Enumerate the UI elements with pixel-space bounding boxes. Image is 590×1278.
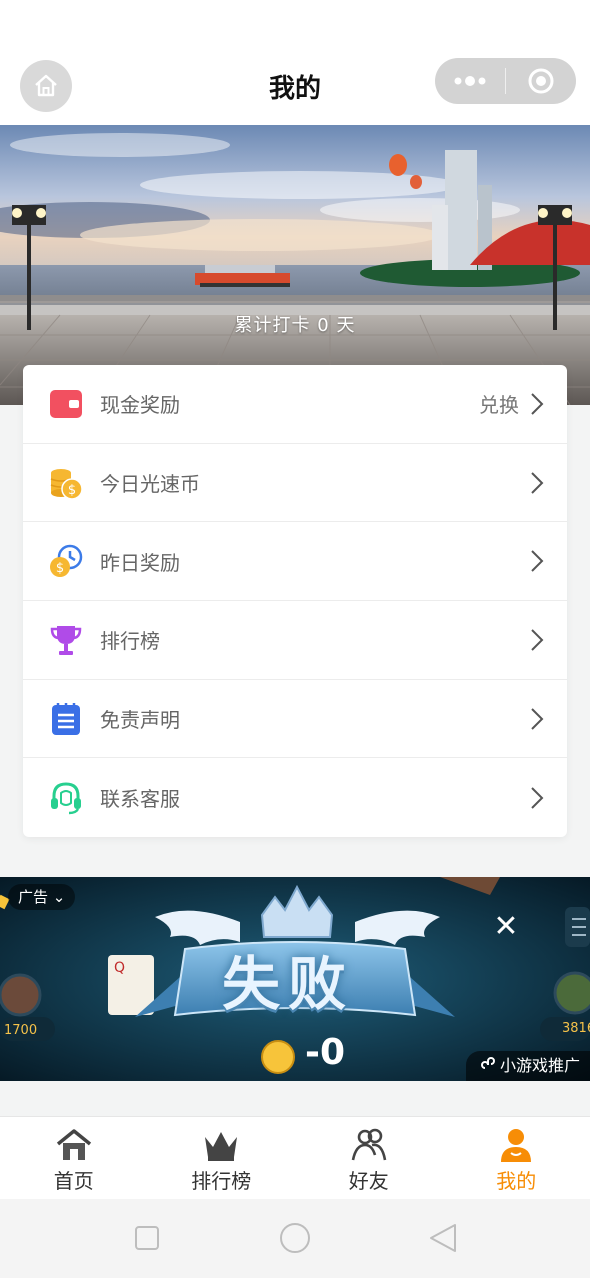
tab-mine[interactable]: 我的 [443, 1117, 590, 1199]
menu-item-disclaimer[interactable]: 免责声明 [23, 680, 567, 759]
chevron-right-icon [531, 787, 544, 809]
tab-label: 首页 [53, 1169, 94, 1193]
ad-label-text: 广告 [18, 888, 49, 906]
svg-text:$: $ [68, 483, 76, 498]
ad-right-score: 3816 [562, 1021, 590, 1036]
menu-item-label: 排行榜 [100, 629, 160, 654]
more-button[interactable] [435, 58, 505, 104]
chevron-right-icon [531, 629, 544, 651]
menu-item-today-coins[interactable]: $ 今日光速币 [23, 444, 567, 523]
ad-left-score: 1700 [4, 1023, 38, 1038]
system-nav-bar [0, 1199, 590, 1278]
menu-item-label: 免责声明 [100, 708, 180, 733]
ad-close-button[interactable]: ✕ [492, 912, 520, 942]
chevron-down-icon: ⌄ [48, 888, 66, 906]
checkin-count-text: 累计打卡 0 天 [234, 315, 356, 336]
notepad-icon [52, 702, 80, 735]
home-circle-icon[interactable] [280, 1223, 310, 1253]
headset-icon [51, 782, 81, 815]
svg-text:Q: Q [114, 960, 125, 976]
ad-result-text: 失败 [222, 950, 355, 1018]
menu-item-leaderboard[interactable]: 排行榜 [23, 601, 567, 680]
back-triangle-icon[interactable] [430, 1224, 456, 1252]
person-icon [501, 1129, 532, 1162]
chevron-right-icon [531, 550, 544, 572]
mini-game-promo-link[interactable]: 小游戏推广 [465, 1051, 590, 1081]
link-icon [481, 1057, 495, 1069]
target-icon [528, 68, 554, 94]
crown-icon [205, 1132, 238, 1161]
chevron-right-icon [531, 707, 544, 730]
recent-apps-icon[interactable] [135, 1226, 159, 1250]
mini-program-capsule [435, 58, 576, 104]
coins-icon: $ [50, 468, 83, 500]
page: 我的 累计打卡 0 天 现金奖励 兑换 $ 今日光速币 $ 昨日奖励 排行榜 免… [0, 0, 590, 1278]
tab-leaderboard[interactable]: 排行榜 [148, 1117, 296, 1199]
menu-item-label: 现金奖励 [100, 393, 180, 418]
close-mini-program-button[interactable] [506, 58, 576, 104]
more-dots-icon [454, 76, 486, 86]
tab-label: 我的 [496, 1169, 537, 1193]
tab-friends[interactable]: 好友 [295, 1117, 443, 1199]
svg-text:$: $ [56, 561, 64, 576]
ad-label[interactable]: 广告 ⌄ [8, 884, 76, 910]
tab-bar: 首页 排行榜 好友 我的 [0, 1116, 590, 1199]
house-icon [56, 1129, 91, 1160]
menu-item-yesterday-reward[interactable]: $ 昨日奖励 [23, 522, 567, 602]
menu-item-cash-reward[interactable]: 现金奖励 兑换 [23, 365, 567, 444]
profile-banner: 累计打卡 0 天 [0, 125, 590, 405]
tab-label: 排行榜 [191, 1169, 252, 1193]
menu-item-label: 联系客服 [100, 787, 180, 812]
wallet-icon [50, 389, 82, 418]
menu-item-label: 昨日奖励 [100, 550, 180, 575]
menu-item-label: 今日光速币 [100, 472, 200, 497]
trophy-icon [50, 625, 82, 655]
promo-text: 小游戏推广 [499, 1056, 580, 1075]
coin-clock-icon: $ [50, 544, 83, 578]
tab-label: 好友 [348, 1169, 389, 1193]
menu-item-customer-service[interactable]: 联系客服 [23, 758, 567, 837]
friends-icon [351, 1128, 387, 1161]
redeem-link[interactable]: 兑换 [479, 389, 519, 418]
chevron-right-icon [531, 471, 544, 494]
menu-list: 现金奖励 兑换 $ 今日光速币 $ 昨日奖励 排行榜 免责声明 联系客服 [23, 365, 567, 837]
chevron-right-icon [531, 393, 544, 415]
tab-home[interactable]: 首页 [0, 1117, 148, 1199]
harbor-scene-image [0, 125, 590, 405]
ad-score-text: -0 [305, 1032, 345, 1073]
ad-banner[interactable]: Q 失败 -0 1700 3816 广告 ⌄ ✕ 小游戏推广 [0, 877, 590, 1081]
system-nav-icons [135, 1223, 456, 1253]
top-nav-bar: 我的 [0, 0, 590, 125]
